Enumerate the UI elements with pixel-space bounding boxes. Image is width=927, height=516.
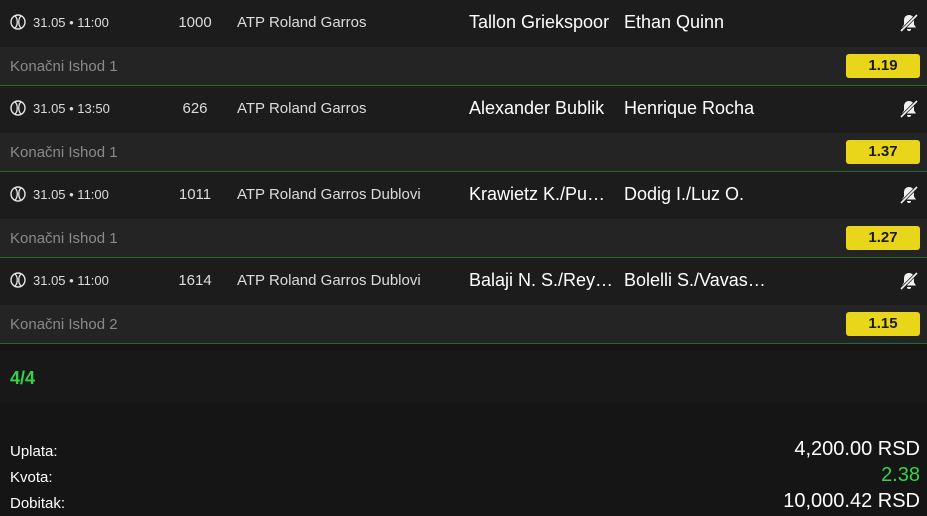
match-datetime: 31.05 • 11:00 [33,273,109,288]
ticket-match-list: 31.05 • 11:00 1000 ATP Roland Garros Tallon… [0,0,927,344]
outcome-row: Konačni Ishod 2 1.15 [0,306,927,344]
ticket-summary: Uplata: 4,200.00 RSD Kvota: 2.38 Dobitak… [0,430,927,516]
bell-off-icon[interactable] [898,98,920,120]
league-name: ATP Roland Garros Dublovi [237,186,421,203]
match-info-row[interactable]: 31.05 • 11:00 1000 ATP Roland Garros Tallon… [0,0,927,48]
stake-label: Uplata: [10,443,58,460]
home-team: Krawietz K./Puetz T. [469,184,614,204]
ticket-match: 31.05 • 11:00 1000 ATP Roland Garros Tallon… [0,0,927,86]
home-team: Alexander Bublik [469,98,605,118]
match-info-row[interactable]: 31.05 • 11:00 1011 ATP Roland Garros Dublo… [0,172,927,220]
bell-off-icon[interactable] [898,184,920,206]
bell-off-icon[interactable] [898,270,920,292]
tennis-ball-icon [10,186,26,202]
outcome-label: Konačni Ishod 1 [10,58,118,75]
match-datetime: 31.05 • 11:00 [33,187,109,202]
match-code: 1000 [178,14,212,31]
selection-counter-bar: 4/4 [0,351,927,402]
outcome-row: Konačni Ishod 1 1.27 [0,220,927,258]
home-team: Balaji N. S./Reyes-Varela M. [469,270,614,290]
outcome-row: Konačni Ishod 1 1.37 [0,134,927,172]
match-datetime: 31.05 • 13:50 [33,101,110,116]
away-team: Bolelli S./Vavassori A. [624,270,769,290]
league-name: ATP Roland Garros Dublovi [237,272,421,289]
outcome-label: Konačni Ishod 1 [10,230,118,247]
away-team: Dodig I./Luz O. [624,184,745,204]
match-datetime: 31.05 • 11:00 [33,15,109,30]
payout-row: Dobitak: 10,000.42 RSD [0,490,927,516]
match-info-row[interactable]: 31.05 • 11:00 1614 ATP Roland Garros Dublo… [0,258,927,306]
tennis-ball-icon [10,100,26,116]
outcome-label: Konačni Ishod 1 [10,144,118,161]
stake-value: 4,200.00 RSD [794,438,920,460]
odds-badge[interactable]: 1.19 [846,54,920,78]
match-code: 1614 [178,272,212,289]
ticket-match: 31.05 • 11:00 1614 ATP Roland Garros Dublo… [0,258,927,344]
stake-row: Uplata: 4,200.00 RSD [0,438,927,464]
outcome-row: Konačni Ishod 1 1.19 [0,48,927,86]
ticket-match: 31.05 • 13:50 626 ATP Roland Garros Alexand… [0,86,927,172]
total-odds-label: Kvota: [10,469,53,486]
selection-counter: 4/4 [10,368,36,388]
outcome-label: Konačni Ishod 2 [10,316,118,333]
odds-badge[interactable]: 1.37 [846,140,920,164]
match-info-row[interactable]: 31.05 • 13:50 626 ATP Roland Garros Alexand… [0,86,927,134]
tennis-ball-icon [10,272,26,288]
match-code: 1011 [178,186,212,203]
match-code: 626 [182,100,208,117]
total-odds-row: Kvota: 2.38 [0,464,927,490]
home-team: Tallon Griekspoor [469,12,610,32]
odds-badge[interactable]: 1.15 [846,312,920,336]
payout-label: Dobitak: [10,495,66,512]
odds-badge[interactable]: 1.27 [846,226,920,250]
league-name: ATP Roland Garros [237,100,367,117]
tennis-ball-icon [10,14,26,30]
away-team: Henrique Rocha [624,98,755,118]
bell-off-icon[interactable] [898,12,920,34]
total-odds-value: 2.38 [881,464,920,486]
away-team: Ethan Quinn [624,12,725,32]
league-name: ATP Roland Garros [237,14,367,31]
ticket-match: 31.05 • 11:00 1011 ATP Roland Garros Dublo… [0,172,927,258]
payout-value: 10,000.42 RSD [783,490,920,512]
